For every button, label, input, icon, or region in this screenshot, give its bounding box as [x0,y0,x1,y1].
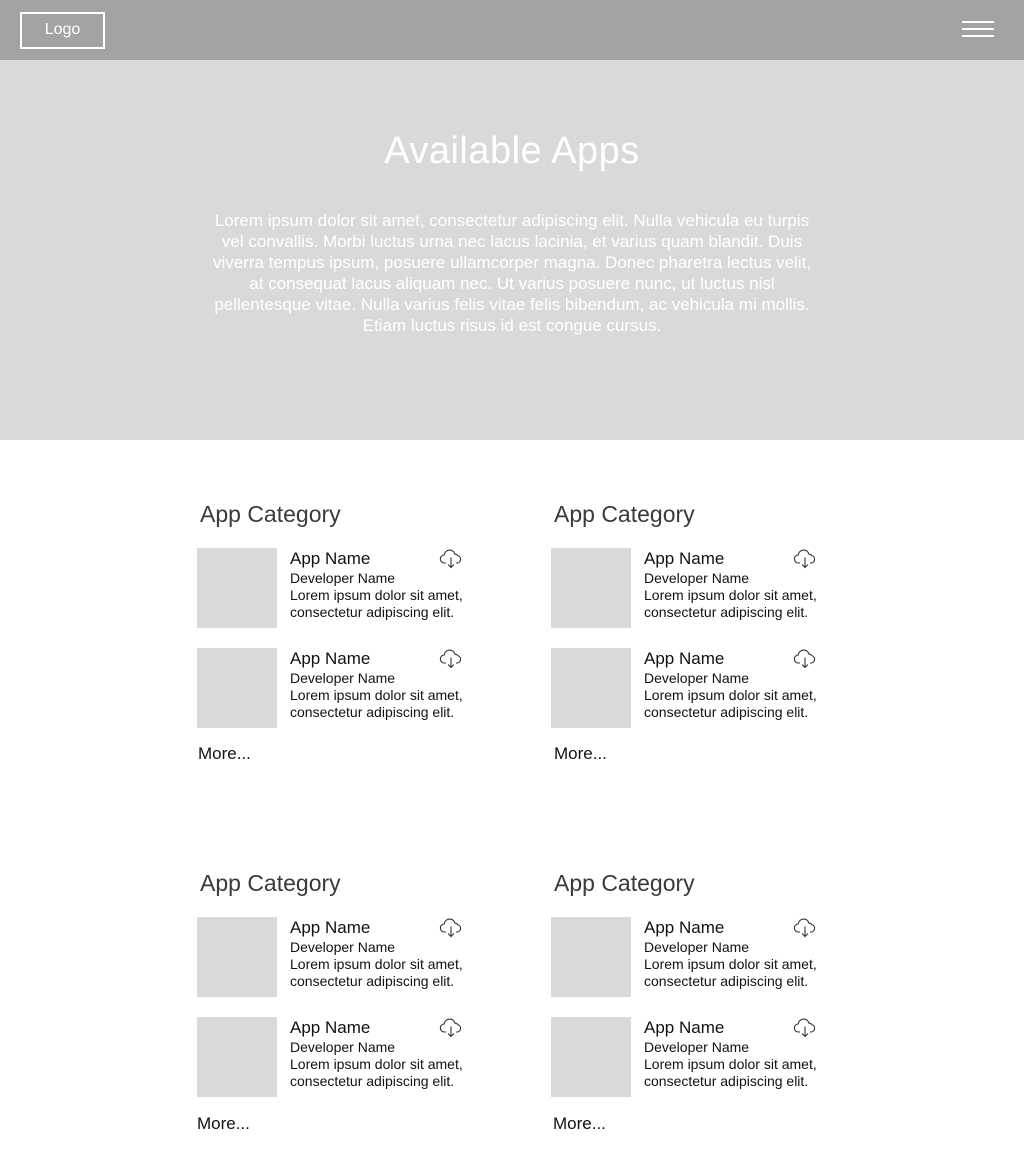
app-description: Lorem ipsum dolor sit amet, consectetur … [290,1056,463,1089]
app-name[interactable]: App Name [290,549,370,569]
developer-name: Developer Name [290,939,396,955]
developer-name: Developer Name [644,570,750,586]
app-thumbnail[interactable] [551,1017,631,1097]
app-thumbnail[interactable] [551,917,631,997]
logo[interactable]: Logo [20,12,105,49]
app-name[interactable]: App Name [290,649,370,669]
cloud-download-icon[interactable] [793,918,817,938]
app-description: Lorem ipsum dolor sit amet, consectetur … [644,687,817,720]
app-thumbnail[interactable] [197,648,277,728]
app-description: Lorem ipsum dolor sit amet, consectetur … [644,587,817,620]
app-description: Lorem ipsum dolor sit amet, consectetur … [290,687,463,720]
hero-description: Lorem ipsum dolor sit amet, consectetur … [212,211,812,335]
category-title: App Category [200,870,341,896]
developer-name: Developer Name [644,670,750,686]
cloud-download-icon[interactable] [439,1018,463,1038]
app-thumbnail[interactable] [197,548,277,628]
app-description: Lorem ipsum dolor sit amet, consectetur … [644,956,817,989]
app-list-item: App Name Developer Name Lorem ipsum dolo… [551,1017,841,1097]
app-name[interactable]: App Name [644,549,724,569]
app-category-section: App Category App Name Developer Name Lor… [551,500,851,780]
more-link[interactable]: More... [553,1114,606,1134]
menu-line [962,35,994,37]
app-thumbnail[interactable] [551,548,631,628]
developer-name: Developer Name [644,1039,750,1055]
app-description: Lorem ipsum dolor sit amet, consectetur … [290,956,463,989]
more-link[interactable]: More... [198,744,251,764]
app-name[interactable]: App Name [290,918,370,938]
developer-name: Developer Name [644,939,750,955]
app-list-item: App Name Developer Name Lorem ipsum dolo… [551,648,841,728]
cloud-download-icon[interactable] [439,549,463,569]
developer-name: Developer Name [290,570,396,586]
cloud-download-icon[interactable] [439,918,463,938]
app-category-section: App Category App Name Developer Name Lor… [197,500,497,780]
more-link[interactable]: More... [554,744,607,764]
app-list-item: App Name Developer Name Lorem ipsum dolo… [551,917,841,997]
app-category-section: App Category App Name Developer Name Lor… [551,869,851,1149]
app-name[interactable]: App Name [290,1018,370,1038]
app-name[interactable]: App Name [644,918,724,938]
cloud-download-icon[interactable] [439,649,463,669]
page-title: Available Apps [384,130,640,172]
more-link[interactable]: More... [197,1114,250,1134]
app-thumbnail[interactable] [197,1017,277,1097]
menu-line [962,21,994,23]
app-name[interactable]: App Name [644,1018,724,1038]
hero-banner: Available Apps Lorem ipsum dolor sit ame… [0,60,1024,440]
app-category-section: App Category App Name Developer Name Lor… [197,869,497,1149]
app-list-item: App Name Developer Name Lorem ipsum dolo… [197,648,487,728]
hamburger-menu-icon[interactable] [962,21,994,39]
category-title: App Category [200,501,341,527]
cloud-download-icon[interactable] [793,1018,817,1038]
developer-name: Developer Name [290,670,396,686]
app-thumbnail[interactable] [197,917,277,997]
app-list-item: App Name Developer Name Lorem ipsum dolo… [197,1017,487,1097]
app-list-item: App Name Developer Name Lorem ipsum dolo… [197,917,487,997]
app-list-item: App Name Developer Name Lorem ipsum dolo… [197,548,487,628]
menu-line [962,28,994,30]
cloud-download-icon[interactable] [793,549,817,569]
app-description: Lorem ipsum dolor sit amet, consectetur … [644,1056,817,1089]
app-description: Lorem ipsum dolor sit amet, consectetur … [290,587,463,620]
cloud-download-icon[interactable] [793,649,817,669]
app-name[interactable]: App Name [644,649,724,669]
category-title: App Category [554,870,695,896]
app-thumbnail[interactable] [551,648,631,728]
category-title: App Category [554,501,695,527]
developer-name: Developer Name [290,1039,396,1055]
app-list-item: App Name Developer Name Lorem ipsum dolo… [551,548,841,628]
top-nav-bar: Logo [0,0,1024,60]
